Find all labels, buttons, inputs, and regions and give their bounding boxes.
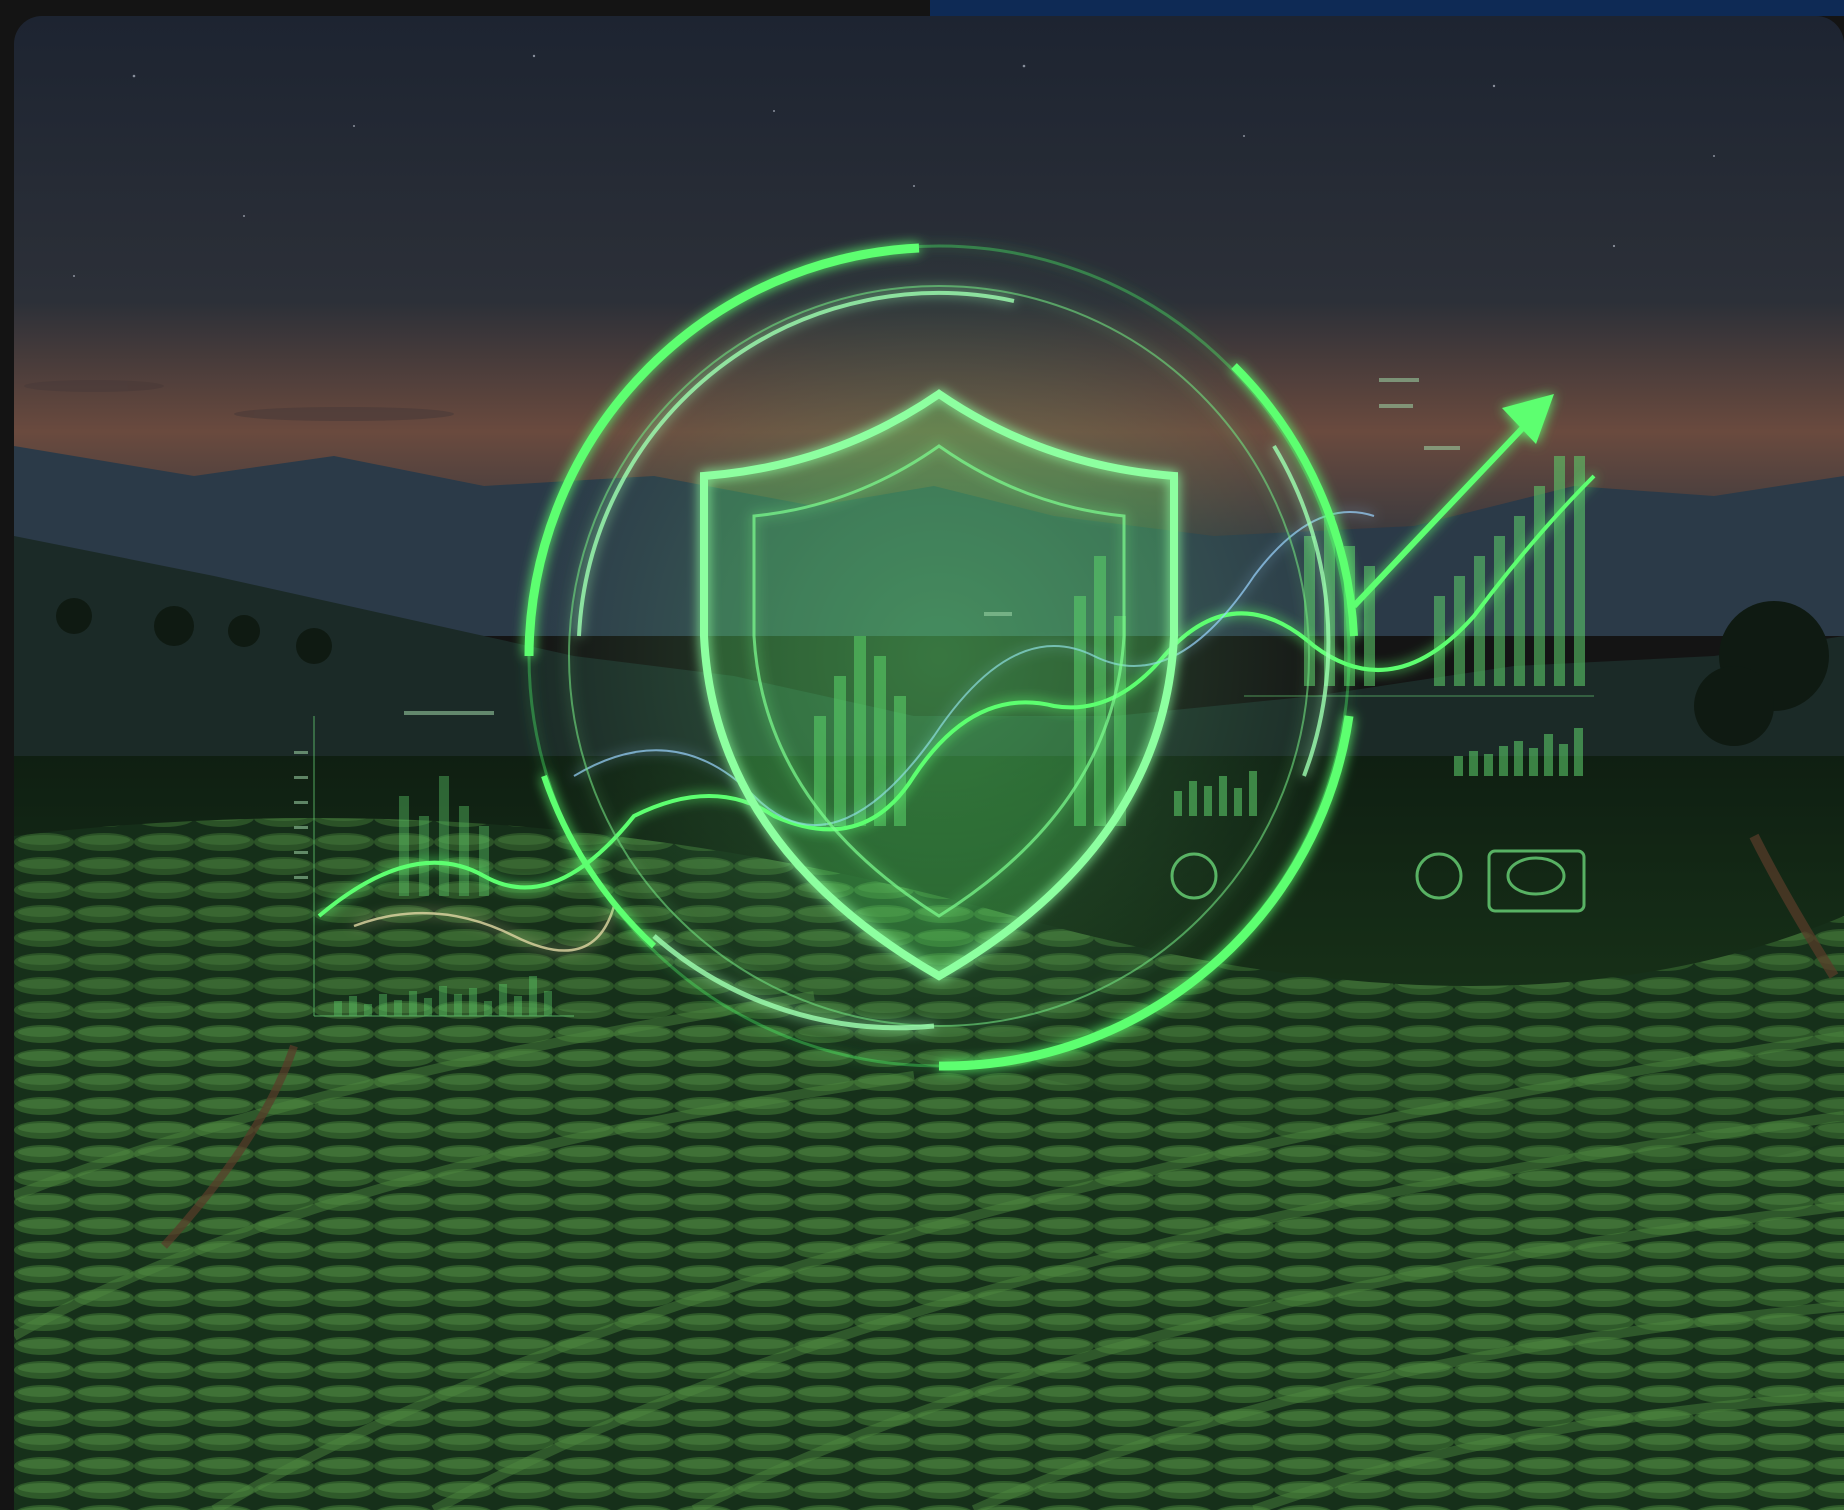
top-edge-dark xyxy=(0,0,930,16)
image-frame xyxy=(14,16,1844,1510)
scene xyxy=(14,16,1844,1510)
top-edge-blue xyxy=(930,0,1844,16)
